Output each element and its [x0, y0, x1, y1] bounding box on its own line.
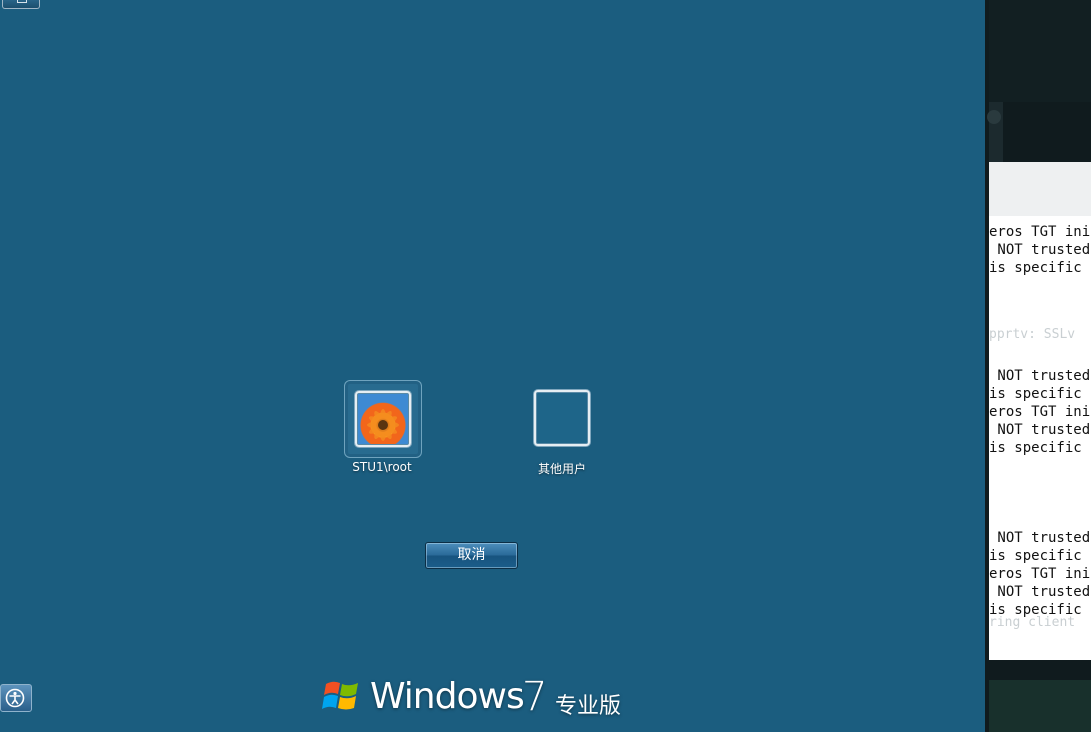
windows-version: 7	[522, 674, 548, 720]
terminal-line: is specific c	[989, 386, 1091, 402]
user-name-label: STU1\root	[352, 460, 412, 474]
cancel-button[interactable]: 取消	[425, 542, 518, 569]
terminal-line: eros TGT init	[989, 566, 1091, 582]
terminal-line: is specific c	[989, 548, 1091, 564]
terminal-line: pprtv: SSLv	[989, 327, 1076, 342]
ease-of-access-icon	[5, 688, 25, 708]
terminal-line: NOT trusted	[989, 530, 1091, 546]
terminal-line: is specific c	[989, 440, 1091, 456]
user-tile-stu1-root[interactable]	[344, 380, 422, 458]
login-screen: STU1\root 其他用户 取消 Windows 7 专业版	[0, 0, 985, 732]
flower-petals-graphic	[367, 409, 399, 441]
windows-wordmark: Windows	[370, 676, 525, 717]
terminal-titlebar	[989, 0, 1091, 102]
flower-avatar-icon	[355, 391, 411, 447]
user-tile-other-user[interactable]	[524, 380, 600, 456]
other-user-label: 其他用户	[537, 462, 586, 476]
terminal-line: NOT trusted	[989, 584, 1091, 600]
blank-avatar-icon	[534, 390, 590, 446]
terminal-line: ring client	[989, 615, 1076, 630]
terminal-output-panel: eros TGT init NOT trusted is specific c …	[989, 162, 1091, 660]
terminal-line: NOT trusted	[989, 368, 1091, 384]
terminal-panel-header	[989, 162, 1091, 216]
windows-flag-icon	[322, 681, 358, 710]
terminal-bottom-bar	[989, 680, 1091, 732]
terminal-line: is specific c	[989, 260, 1091, 276]
terminal-window-partial: eros TGT init NOT trusted is specific c …	[985, 0, 1091, 732]
top-left-toolbar-button[interactable]	[2, 0, 40, 9]
terminal-line: NOT trusted	[989, 242, 1091, 258]
toolbar-icon	[17, 0, 27, 3]
terminal-line: eros TGT init	[989, 224, 1091, 240]
windows-edition: 专业版	[555, 694, 622, 719]
ease-of-access-button[interactable]	[0, 684, 32, 712]
terminal-tab-icon	[987, 110, 1001, 124]
terminal-line: NOT trusted	[989, 422, 1091, 438]
terminal-line: eros TGT init	[989, 404, 1091, 420]
